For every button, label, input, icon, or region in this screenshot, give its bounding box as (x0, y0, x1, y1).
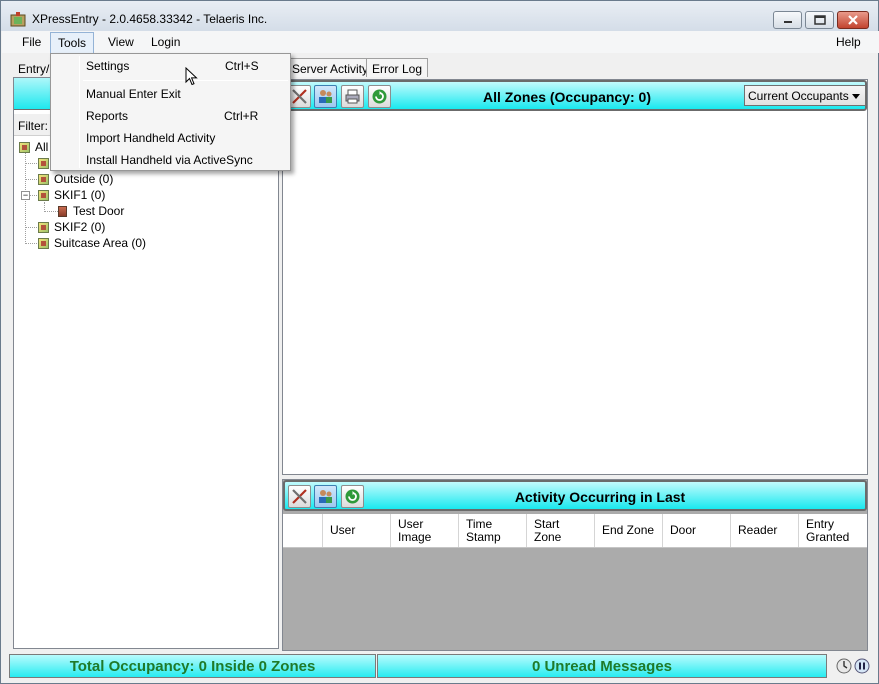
restore-icon (813, 15, 826, 25)
wrench-icon (292, 489, 307, 504)
view-select-value: Current Occupants (748, 89, 849, 103)
menu-file[interactable]: File (22, 35, 41, 49)
activity-tools-button[interactable] (288, 485, 311, 508)
menu-item-install-handheld-activesync[interactable]: Install Handheld via ActiveSync (86, 153, 253, 167)
column-header-user-image[interactable]: User Image (391, 514, 459, 547)
column-header-end-zone[interactable]: End Zone (595, 514, 663, 547)
column-header-user[interactable]: User (323, 514, 391, 547)
tree-connector (44, 211, 58, 212)
close-icon (848, 15, 858, 25)
activity-grid-header: User User Image Time Stamp Start Zone En… (283, 514, 867, 548)
activity-panel-title: Activity Occurring in Last (514, 489, 686, 505)
tree-item-label: SKIF1 (0) (54, 188, 106, 202)
title-bar: XPressEntry - 2.0.4658.33342 - Telaeris … (1, 1, 878, 31)
refresh-icon (372, 89, 387, 104)
close-button[interactable] (837, 11, 869, 29)
tree-connector (25, 163, 39, 164)
collapse-toggle[interactable]: − (21, 191, 30, 200)
activity-refresh-button[interactable] (341, 485, 364, 508)
chevron-down-icon (852, 94, 860, 99)
window-title: XPressEntry - 2.0.4658.33342 - Telaeris … (32, 12, 268, 26)
minimize-icon (783, 21, 792, 23)
menu-item-settings[interactable]: Settings (86, 59, 129, 73)
minimize-button[interactable] (773, 11, 802, 29)
unread-messages-status[interactable]: 0 Unread Messages (377, 654, 827, 678)
tree-connector (25, 227, 39, 228)
shortcut-reports: Ctrl+R (224, 109, 259, 123)
tree-item-skif2[interactable]: SKIF2 (0) (38, 219, 105, 235)
status-icons (836, 658, 870, 674)
activity-panel: Activity Occurring in Last User User Ima… (282, 479, 868, 651)
wrench-icon (292, 89, 307, 104)
activity-panel-header: Activity Occurring in Last (283, 480, 867, 511)
tab-server-activity[interactable]: Server Activity (286, 58, 375, 77)
column-header-door[interactable]: Door (663, 514, 731, 547)
mouse-cursor-icon (185, 67, 198, 86)
pause-icon[interactable] (854, 658, 870, 674)
users-icon (319, 90, 332, 103)
app-icon (10, 12, 26, 27)
filter-label: Filter: (18, 119, 48, 133)
tree-item-skif1[interactable]: SKIF1 (0) (38, 187, 105, 203)
menu-gutter (79, 56, 80, 168)
menu-help[interactable]: Help (836, 35, 861, 49)
menu-item-reports[interactable]: Reports (86, 109, 128, 123)
column-header-time-stamp[interactable]: Time Stamp (459, 514, 527, 547)
menu-item-import-handheld-activity[interactable]: Import Handheld Activity (86, 131, 215, 145)
printer-icon (345, 89, 360, 104)
zones-panel-title: All Zones (Occupancy: 0) (482, 89, 652, 105)
column-header-reader[interactable]: Reader (731, 514, 799, 547)
tree-item-label: Outside (0) (54, 172, 114, 186)
door-icon (58, 205, 67, 217)
users-button[interactable] (314, 85, 337, 108)
column-header-entry-granted[interactable]: Entry Granted (799, 514, 867, 547)
tab-error-log[interactable]: Error Log (366, 58, 429, 77)
tree-item-test-door[interactable]: Test Door (58, 203, 124, 219)
tools-menu: Settings Ctrl+S Manual Enter Exit Report… (50, 53, 291, 171)
tree-item-label: SKIF2 (0) (54, 220, 106, 234)
menu-login[interactable]: Login (151, 35, 180, 49)
view-select[interactable]: Current Occupants (744, 85, 866, 106)
total-occupancy-status: Total Occupancy: 0 Inside 0 Zones (9, 654, 376, 678)
refresh-button[interactable] (368, 85, 391, 108)
zone-icon (19, 141, 30, 153)
tools-button[interactable] (288, 85, 311, 108)
row-header-cell (283, 514, 323, 547)
tree-item-all[interactable]: All (19, 139, 48, 155)
print-button[interactable] (341, 85, 364, 108)
menu-view[interactable]: View (108, 35, 134, 49)
menu-tools[interactable]: Tools (50, 32, 95, 54)
status-bar: Total Occupancy: 0 Inside 0 Zones 0 Unre… (9, 654, 871, 678)
tree-item-label: All (35, 140, 49, 154)
zones-panel-header: All Zones (Occupancy: 0) Current Occupan… (283, 80, 867, 111)
shortcut-settings: Ctrl+S (225, 59, 259, 73)
zone-icon (38, 221, 49, 233)
users-icon (319, 490, 332, 503)
clock-icon (836, 658, 852, 674)
tree-connector (25, 179, 39, 180)
refresh-icon (345, 489, 360, 504)
tree-item-suitcase-area[interactable]: Suitcase Area (0) (38, 235, 146, 251)
tree-connector (25, 243, 39, 244)
menu-bar: File Tools View Login Help (2, 31, 879, 54)
activity-users-button[interactable] (314, 485, 337, 508)
tree-item-outside[interactable]: Outside (0) (38, 171, 113, 187)
tree-item-label: Test Door (73, 204, 125, 218)
maximize-button[interactable] (805, 11, 834, 29)
zone-icon (38, 189, 49, 201)
zones-panel: All Zones (Occupancy: 0) Current Occupan… (282, 79, 868, 475)
zone-icon (38, 157, 49, 169)
zone-icon (38, 237, 49, 249)
zone-icon (38, 173, 49, 185)
tree-item-label: Suitcase Area (0) (54, 236, 147, 250)
menu-item-manual-enter-exit[interactable]: Manual Enter Exit (86, 87, 181, 101)
app-window: XPressEntry - 2.0.4658.33342 - Telaeris … (0, 0, 879, 684)
column-header-start-zone[interactable]: Start Zone (527, 514, 595, 547)
